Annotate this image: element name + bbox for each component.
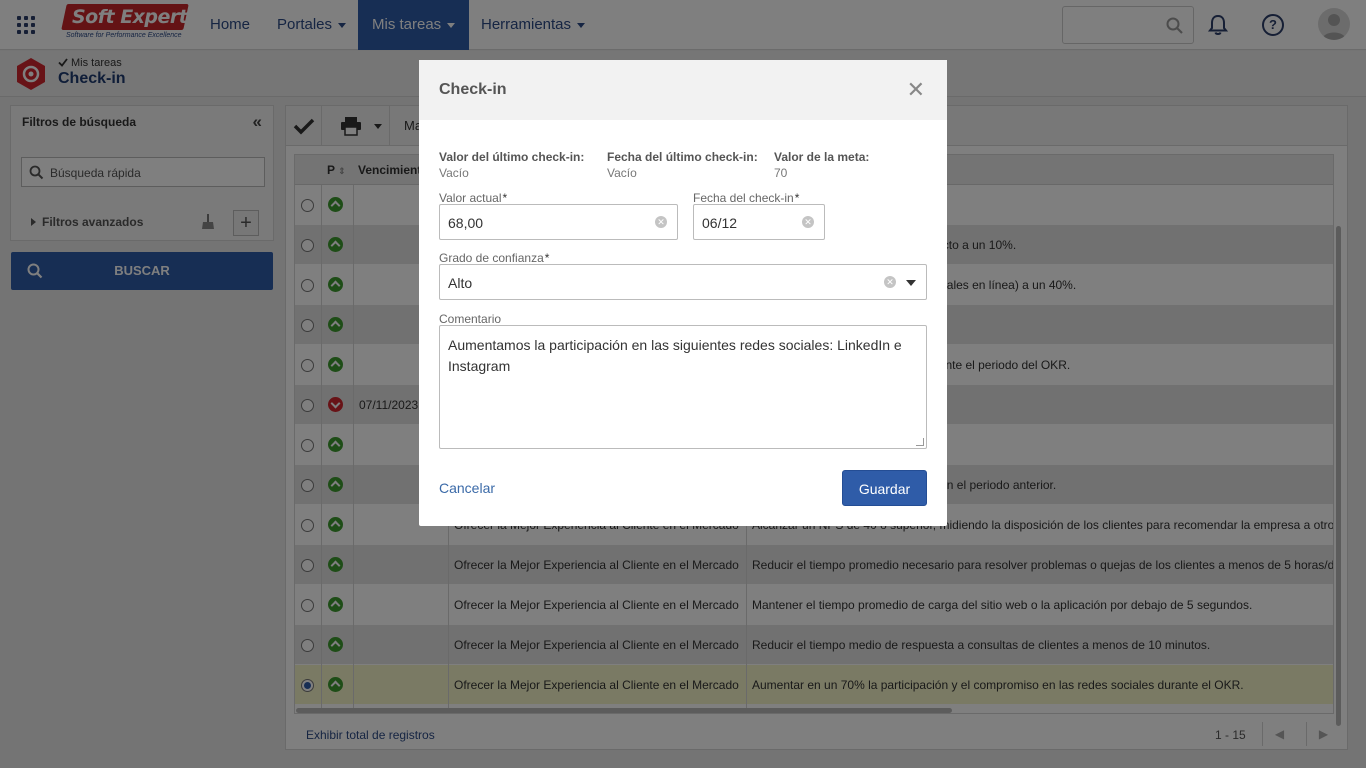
comment-textarea[interactable]: Aumentamos la participación en las sigui… <box>439 325 927 449</box>
close-icon[interactable]: ✕ <box>907 79 925 101</box>
checkin-dialog: Check-in ✕ Valor del último check-in: Va… <box>419 60 947 526</box>
checkin-date-label: Fecha del check-in* <box>693 191 800 205</box>
last-checkin-date: Vacío <box>607 166 637 180</box>
clear-icon[interactable]: ✕ <box>655 216 667 228</box>
clear-icon[interactable]: ✕ <box>884 276 896 288</box>
cancel-button[interactable]: Cancelar <box>439 480 495 496</box>
confidence-label: Grado de confianza* <box>439 251 550 265</box>
last-checkin-value: Vacío <box>439 166 469 180</box>
goal-value-label: Valor de la meta: <box>774 150 870 164</box>
current-value-input[interactable]: 68,00 ✕ <box>439 204 678 240</box>
current-value-label: Valor actual* <box>439 191 508 205</box>
resize-handle-icon[interactable] <box>916 438 924 446</box>
comment-label: Comentario <box>439 312 502 326</box>
dialog-header: Check-in ✕ <box>419 60 947 120</box>
save-button[interactable]: Guardar <box>842 470 927 506</box>
confidence-select[interactable]: Alto ✕ <box>439 264 927 300</box>
chevron-down-icon[interactable] <box>906 280 916 286</box>
goal-value: 70 <box>774 166 788 180</box>
last-checkin-date-label: Fecha del último check-in: <box>607 150 758 164</box>
last-checkin-value-label: Valor del último check-in: <box>439 150 585 164</box>
checkin-date-input[interactable]: 06/12 ✕ <box>693 204 825 240</box>
dialog-title: Check-in <box>439 81 507 98</box>
clear-icon[interactable]: ✕ <box>802 216 814 228</box>
